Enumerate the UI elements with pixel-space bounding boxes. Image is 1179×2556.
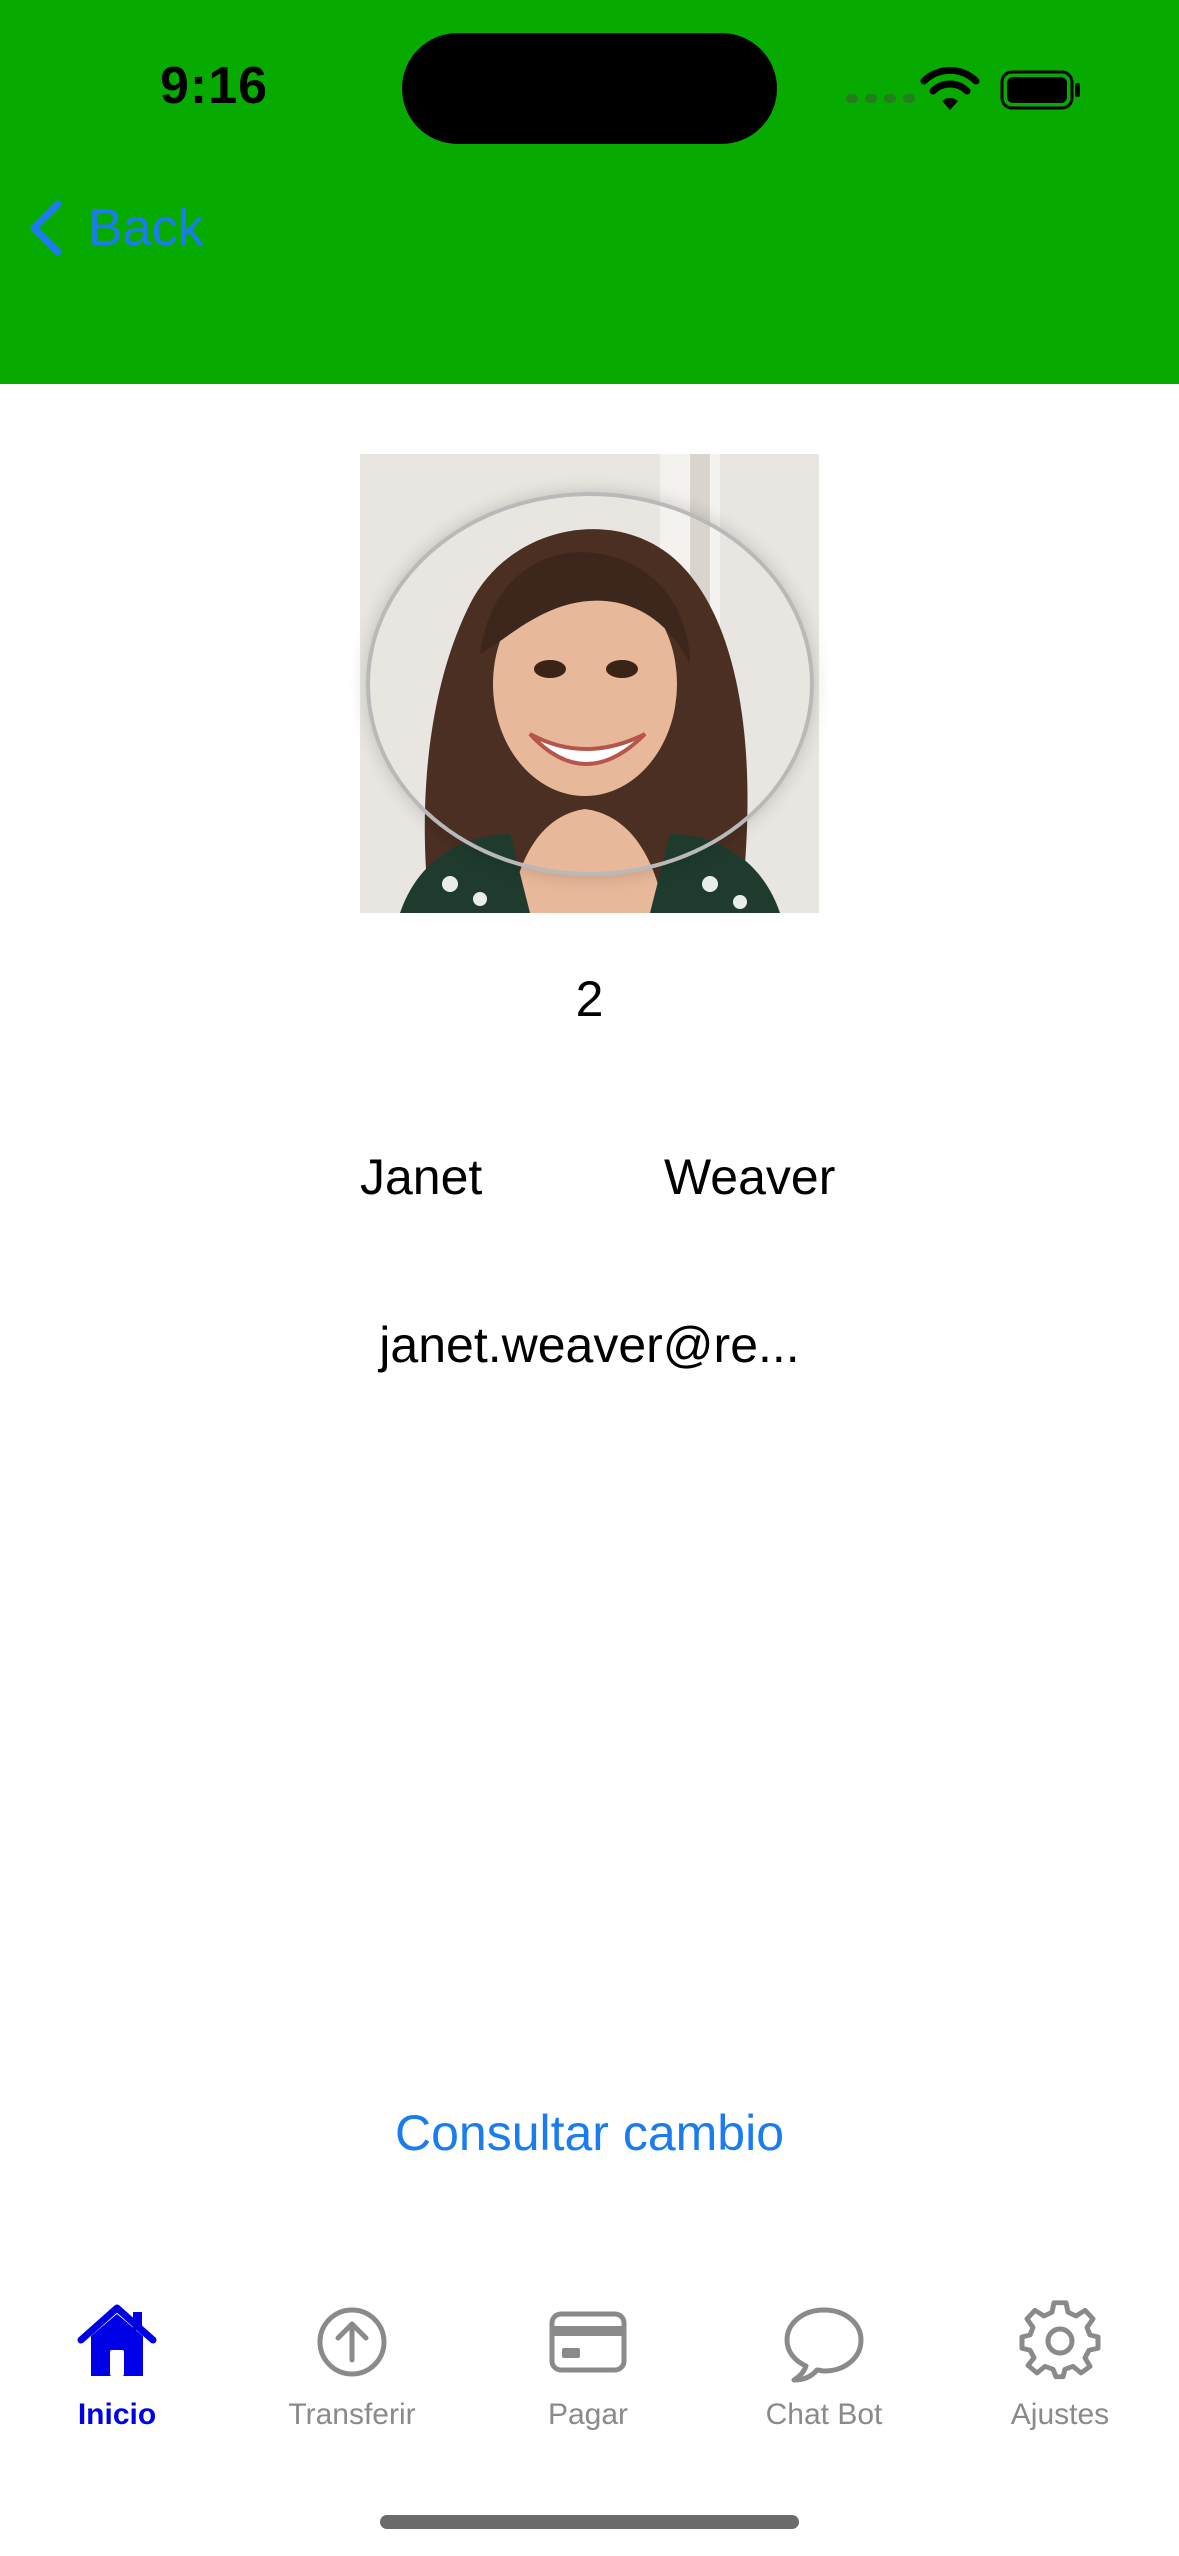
chat-bubble-icon (784, 2307, 864, 2383)
tab-transferir[interactable]: Transferir (252, 2300, 452, 2432)
wifi-icon (920, 66, 980, 110)
tab-pagar[interactable]: Pagar (488, 2300, 688, 2432)
home-indicator (380, 2515, 799, 2529)
navigation-header: 9:16 Back (0, 0, 1179, 384)
chevron-left-icon (30, 200, 62, 256)
battery-icon (1000, 70, 1080, 110)
first-name: Janet (360, 1149, 483, 1205)
tab-label: Ajustes (1010, 2398, 1110, 2431)
gear-icon (1019, 2300, 1101, 2380)
dynamic-island (402, 33, 777, 144)
back-label: Back (88, 199, 204, 257)
tab-bar: Inicio Transferir Pagar Chat Bot Ajustes (0, 2300, 1179, 2450)
last-name: Weaver (664, 1149, 836, 1205)
arrow-up-circle-icon (317, 2307, 387, 2377)
cellular-signal-icon (846, 94, 915, 103)
tab-ajustes[interactable]: Ajustes (960, 2300, 1160, 2432)
avatar-ring (366, 492, 814, 876)
tab-label: Chat Bot (765, 2398, 883, 2431)
tab-inicio[interactable]: Inicio (17, 2300, 217, 2432)
consultar-cambio-button[interactable]: Consultar cambio (0, 2104, 1179, 2162)
status-time: 9:16 (160, 57, 269, 115)
tab-label: Pagar (547, 2398, 629, 2431)
user-id: 2 (575, 971, 604, 1027)
tab-chat-bot[interactable]: Chat Bot (724, 2300, 924, 2432)
tab-label: Transferir (288, 2398, 416, 2431)
back-button[interactable]: Back (26, 196, 204, 260)
house-icon (77, 2304, 157, 2376)
tab-label: Inicio (77, 2398, 157, 2431)
credit-card-icon (549, 2311, 627, 2373)
email: janet.weaver@re... (379, 1317, 800, 1373)
